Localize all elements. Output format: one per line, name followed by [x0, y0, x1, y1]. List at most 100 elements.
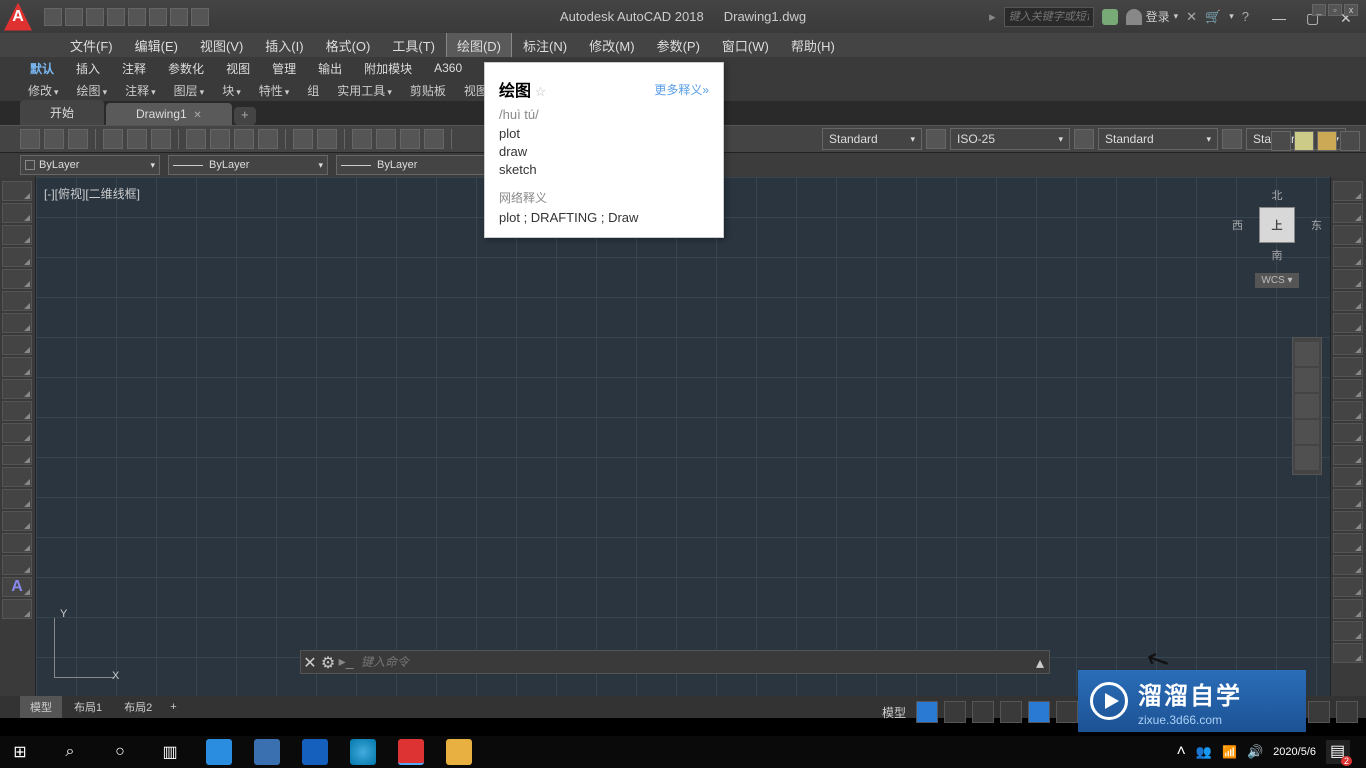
- circle-icon[interactable]: [2, 313, 32, 333]
- region-icon[interactable]: [2, 533, 32, 553]
- copy-modify-icon[interactable]: [1333, 203, 1363, 223]
- cart-icon[interactable]: 🛒: [1205, 9, 1221, 25]
- search-input[interactable]: [1004, 7, 1094, 27]
- exchange-icon[interactable]: ✕: [1186, 9, 1197, 25]
- nav-wheel-icon[interactable]: [1295, 342, 1319, 366]
- linetype-dropdown[interactable]: ByLayer▾: [168, 155, 328, 175]
- erase-icon[interactable]: [1333, 181, 1363, 201]
- m3-icon[interactable]: [1333, 577, 1363, 597]
- viewcube-east[interactable]: 东: [1311, 217, 1322, 233]
- plot-icon[interactable]: [103, 129, 123, 149]
- save-icon[interactable]: [68, 129, 88, 149]
- search-arrow-icon[interactable]: ▸: [989, 9, 996, 25]
- zoom-window-icon[interactable]: [400, 129, 420, 149]
- publish-icon[interactable]: [151, 129, 171, 149]
- rect-icon[interactable]: [2, 269, 32, 289]
- trim-icon[interactable]: [1333, 379, 1363, 399]
- menu-insert[interactable]: 插入(I): [255, 33, 313, 58]
- panel-util[interactable]: 实用工具▾: [329, 80, 400, 101]
- textstyle-dropdown[interactable]: Standard▾: [822, 128, 922, 150]
- cut-icon[interactable]: [186, 129, 206, 149]
- insert-block-icon[interactable]: [2, 423, 32, 443]
- panel-layer[interactable]: 图层▾: [166, 80, 213, 101]
- lock-icon[interactable]: [1340, 131, 1360, 151]
- ribbon-tab-addins[interactable]: 附加模块: [354, 58, 422, 79]
- doc-tab-drawing1[interactable]: Drawing1 ✕: [106, 103, 232, 125]
- offset-icon[interactable]: [1333, 247, 1363, 267]
- lineweight-dropdown[interactable]: ByLayer▾: [336, 155, 496, 175]
- extra1-icon[interactable]: [1271, 131, 1291, 151]
- menu-file[interactable]: 文件(F): [60, 33, 123, 58]
- qat-plot-icon[interactable]: [128, 8, 146, 26]
- app-logo[interactable]: A: [4, 3, 32, 31]
- rotate-icon[interactable]: [1333, 313, 1363, 333]
- match-icon[interactable]: [258, 129, 278, 149]
- panel-group[interactable]: 组: [299, 80, 327, 101]
- taskbar-explorer[interactable]: [446, 739, 472, 765]
- undo-icon[interactable]: [293, 129, 313, 149]
- search-button[interactable]: ⌕: [56, 738, 84, 766]
- array-icon[interactable]: [1333, 269, 1363, 289]
- join-icon[interactable]: [1333, 445, 1363, 465]
- layout-tab-1[interactable]: 布局1: [64, 696, 112, 718]
- snap-toggle-icon[interactable]: [944, 701, 966, 723]
- m1-icon[interactable]: [1333, 533, 1363, 553]
- polyline-icon[interactable]: [2, 203, 32, 223]
- nav-zoom-icon[interactable]: [1295, 394, 1319, 418]
- cortana-icon[interactable]: ○: [106, 738, 134, 766]
- notification-icon[interactable]: ▤2: [1326, 740, 1350, 764]
- taskbar-date[interactable]: 2020/5/6: [1273, 746, 1316, 758]
- ortho-toggle-icon[interactable]: [972, 701, 994, 723]
- ribbon-tab-annotate[interactable]: 注释: [112, 58, 156, 79]
- stretch-icon[interactable]: [1333, 357, 1363, 377]
- point-icon[interactable]: [2, 467, 32, 487]
- taskbar-app-2[interactable]: [254, 739, 280, 765]
- polar-toggle-icon[interactable]: [1000, 701, 1022, 723]
- qat-saveas-icon[interactable]: [107, 8, 125, 26]
- viewcube-south[interactable]: 南: [1232, 247, 1322, 263]
- line-icon[interactable]: [2, 181, 32, 201]
- taskview-icon[interactable]: ▥: [156, 738, 184, 766]
- tray-up-icon[interactable]: ˄: [1177, 743, 1186, 761]
- polygon-icon[interactable]: [2, 247, 32, 267]
- panel-modify[interactable]: 修改▾: [20, 80, 67, 101]
- qat-open-icon[interactable]: [65, 8, 83, 26]
- mirror-icon[interactable]: [1333, 225, 1363, 245]
- text-tool-icon[interactable]: A: [2, 577, 32, 597]
- panel-annotate[interactable]: 注释▾: [117, 80, 164, 101]
- preview-icon[interactable]: [127, 129, 147, 149]
- menu-help[interactable]: 帮助(H): [781, 33, 845, 58]
- sun-icon[interactable]: [1317, 131, 1337, 151]
- viewcube-top-face[interactable]: 上: [1259, 207, 1295, 243]
- layout-tab-model[interactable]: 模型: [20, 696, 62, 718]
- fillet-icon[interactable]: [1333, 489, 1363, 509]
- login-button[interactable]: 登录 ▾: [1126, 8, 1179, 25]
- revcloud-icon[interactable]: [2, 401, 32, 421]
- ellipse-arc-icon[interactable]: [2, 379, 32, 399]
- scale-icon[interactable]: [1333, 335, 1363, 355]
- mtext-icon[interactable]: [2, 599, 32, 619]
- qat-undo-icon[interactable]: [149, 8, 167, 26]
- ribbon-tab-output[interactable]: 输出: [308, 58, 352, 79]
- redo-icon[interactable]: [317, 129, 337, 149]
- viewcube-west[interactable]: 西: [1232, 217, 1243, 233]
- qat-save-icon[interactable]: [86, 8, 104, 26]
- favorite-star-icon[interactable]: ☆: [535, 84, 547, 99]
- viewport-label[interactable]: [-][俯视][二维线框]: [44, 185, 140, 202]
- m4-icon[interactable]: [1333, 599, 1363, 619]
- taskbar-app-3[interactable]: [302, 739, 328, 765]
- ribbon-tab-default[interactable]: 默认: [20, 58, 64, 79]
- menu-dimension[interactable]: 标注(N): [513, 33, 577, 58]
- ribbon-tab-insert[interactable]: 插入: [66, 58, 110, 79]
- hatch-icon[interactable]: [2, 489, 32, 509]
- cmd-close-icon[interactable]: ✕: [301, 653, 319, 671]
- tab-close-icon[interactable]: ✕: [193, 110, 201, 121]
- menu-window[interactable]: 窗口(W): [712, 33, 779, 58]
- grid-toggle-icon[interactable]: [916, 701, 938, 723]
- cmd-recent-icon[interactable]: ▴: [1031, 653, 1049, 671]
- zoom-icon[interactable]: [376, 129, 396, 149]
- status-model-button[interactable]: 模型: [878, 704, 910, 721]
- new-icon[interactable]: [20, 129, 40, 149]
- color-dropdown[interactable]: ByLayer▾: [20, 155, 160, 175]
- m2-icon[interactable]: [1333, 555, 1363, 575]
